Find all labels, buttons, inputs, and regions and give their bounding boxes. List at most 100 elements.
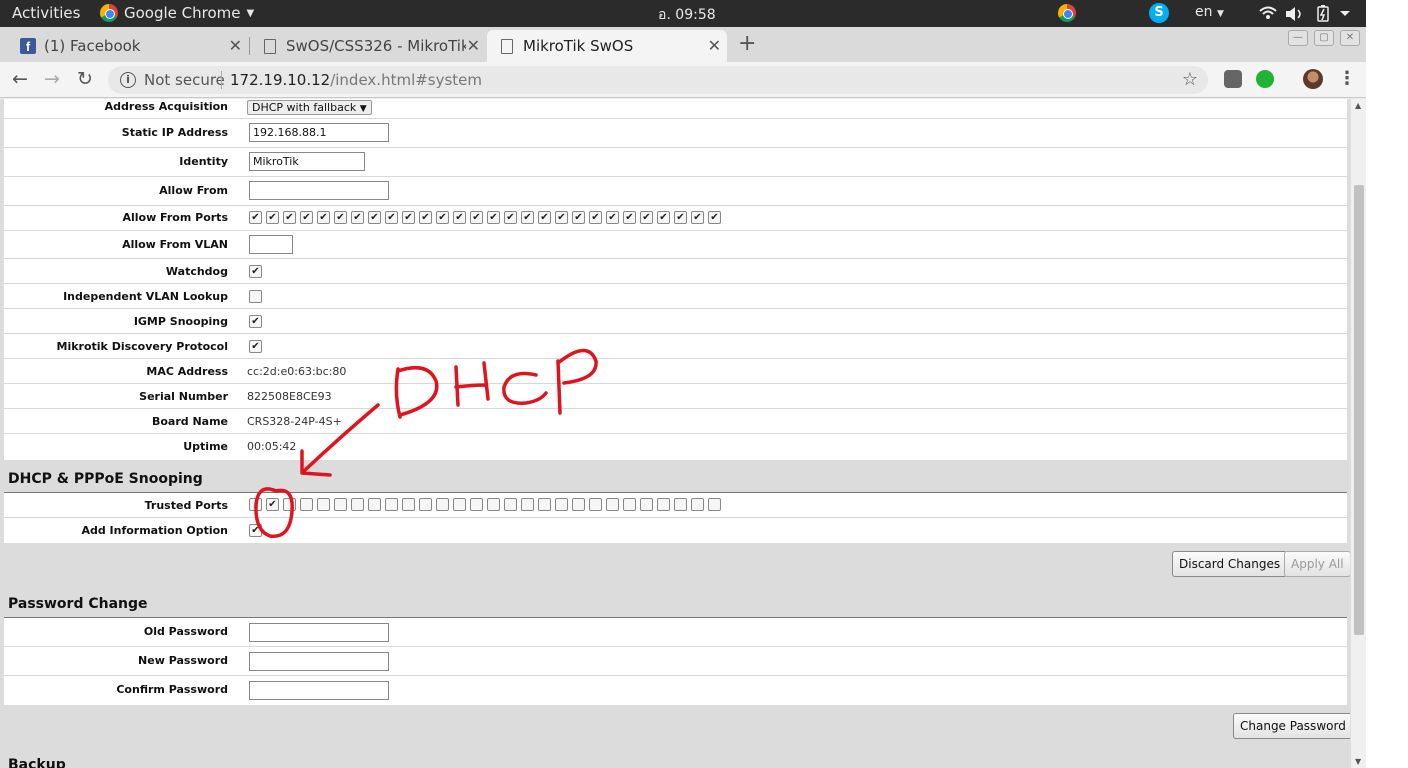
trusted-port-19-checkbox[interactable] xyxy=(555,498,568,511)
allow-from-port-7-checkbox[interactable]: ✔ xyxy=(351,211,364,224)
skype-icon[interactable]: S xyxy=(1149,3,1169,23)
trusted-port-5-checkbox[interactable] xyxy=(317,498,330,511)
allow-from-port-21-checkbox[interactable]: ✔ xyxy=(589,211,602,224)
trusted-port-22-checkbox[interactable] xyxy=(606,498,619,511)
allow-from-port-26-checkbox[interactable]: ✔ xyxy=(674,211,687,224)
trusted-port-20-checkbox[interactable] xyxy=(572,498,585,511)
igmp-snooping-checkbox[interactable]: ✔ xyxy=(249,315,262,328)
tab-facebook[interactable]: f (1) Facebook ✕ xyxy=(0,30,248,62)
trusted-port-10-checkbox[interactable] xyxy=(402,498,415,511)
bookmark-star-icon[interactable]: ☆ xyxy=(1182,69,1198,90)
allow-from-port-28-checkbox[interactable]: ✔ xyxy=(708,211,721,224)
trusted-port-1-checkbox[interactable] xyxy=(249,498,262,511)
address-acquisition-select[interactable]: DHCP with fallback ▼ xyxy=(247,100,372,115)
allow-from-port-15-checkbox[interactable]: ✔ xyxy=(487,211,500,224)
apply-all-button[interactable]: Apply All xyxy=(1284,551,1350,577)
allow-from-port-10-checkbox[interactable]: ✔ xyxy=(402,211,415,224)
trusted-port-2-checkbox[interactable]: ✔ xyxy=(266,498,279,511)
independent-vlan-lookup-checkbox[interactable] xyxy=(249,290,262,303)
allow-from-port-25-checkbox[interactable]: ✔ xyxy=(657,211,670,224)
allow-from-port-18-checkbox[interactable]: ✔ xyxy=(538,211,551,224)
info-icon[interactable]: i xyxy=(120,72,136,88)
trusted-port-14-checkbox[interactable] xyxy=(470,498,483,511)
address-bar[interactable]: i Not secure 172.19.10.12/index.html#sys… xyxy=(108,66,1208,94)
new-tab-icon[interactable]: + xyxy=(738,31,756,56)
chrome-tray-icon[interactable] xyxy=(1058,4,1076,22)
page-scrollbar[interactable]: ▲ ▼ xyxy=(1350,99,1366,768)
allow-from-port-20-checkbox[interactable]: ✔ xyxy=(572,211,585,224)
allow-from-port-13-checkbox[interactable]: ✔ xyxy=(453,211,466,224)
trusted-port-8-checkbox[interactable] xyxy=(368,498,381,511)
new-password-input[interactable] xyxy=(249,652,389,671)
maximize-icon[interactable]: ▢ xyxy=(1314,30,1334,46)
allow-from-port-8-checkbox[interactable]: ✔ xyxy=(368,211,381,224)
url-text[interactable]: 172.19.10.12/index.html#system xyxy=(230,71,482,89)
trusted-port-17-checkbox[interactable] xyxy=(521,498,534,511)
trusted-port-21-checkbox[interactable] xyxy=(589,498,602,511)
add-information-option-checkbox[interactable]: ✔ xyxy=(249,524,262,537)
close-tab-icon[interactable]: ✕ xyxy=(467,36,480,55)
allow-from-port-6-checkbox[interactable]: ✔ xyxy=(334,211,347,224)
forward-icon[interactable]: → xyxy=(44,68,60,90)
app-menu[interactable]: Google Chrome ▼ xyxy=(100,4,254,22)
change-password-button[interactable]: Change Password xyxy=(1233,713,1350,739)
discard-changes-button[interactable]: Discard Changes xyxy=(1172,551,1288,577)
trusted-port-12-checkbox[interactable] xyxy=(436,498,449,511)
share-extension-icon[interactable] xyxy=(1256,70,1274,88)
allow-from-port-12-checkbox[interactable]: ✔ xyxy=(436,211,449,224)
minimize-icon[interactable]: — xyxy=(1288,30,1308,46)
activities-button[interactable]: Activities xyxy=(12,4,80,22)
allow-from-port-9-checkbox[interactable]: ✔ xyxy=(385,211,398,224)
allow-from-port-14-checkbox[interactable]: ✔ xyxy=(470,211,483,224)
scrollbar-thumb[interactable] xyxy=(1354,185,1364,635)
allow-from-input[interactable] xyxy=(249,181,389,200)
trusted-port-23-checkbox[interactable] xyxy=(623,498,636,511)
trusted-port-3-checkbox[interactable] xyxy=(283,498,296,511)
trusted-port-16-checkbox[interactable] xyxy=(504,498,517,511)
back-icon[interactable]: ← xyxy=(12,68,28,90)
clock[interactable]: อ. 09:58 xyxy=(658,4,716,26)
old-password-input[interactable] xyxy=(249,623,389,642)
trusted-port-15-checkbox[interactable] xyxy=(487,498,500,511)
trusted-port-27-checkbox[interactable] xyxy=(691,498,704,511)
allow-from-port-4-checkbox[interactable]: ✔ xyxy=(300,211,313,224)
chrome-menu-icon[interactable]: ⋮ xyxy=(1338,68,1356,89)
profile-avatar[interactable] xyxy=(1303,69,1323,89)
trusted-port-4-checkbox[interactable] xyxy=(300,498,313,511)
allow-from-port-5-checkbox[interactable]: ✔ xyxy=(317,211,330,224)
close-window-icon[interactable]: ✕ xyxy=(1340,30,1360,46)
allow-from-port-19-checkbox[interactable]: ✔ xyxy=(555,211,568,224)
trusted-port-13-checkbox[interactable] xyxy=(453,498,466,511)
close-tab-icon[interactable]: ✕ xyxy=(708,36,721,55)
allow-from-port-16-checkbox[interactable]: ✔ xyxy=(504,211,517,224)
trusted-port-26-checkbox[interactable] xyxy=(674,498,687,511)
allow-from-port-27-checkbox[interactable]: ✔ xyxy=(691,211,704,224)
scroll-down-icon[interactable]: ▼ xyxy=(1355,757,1361,766)
tab-swos-wiki[interactable]: SwOS/CSS326 - MikroTik W ✕ xyxy=(250,30,486,62)
allow-from-port-17-checkbox[interactable]: ✔ xyxy=(521,211,534,224)
trusted-port-9-checkbox[interactable] xyxy=(385,498,398,511)
allow-from-port-23-checkbox[interactable]: ✔ xyxy=(623,211,636,224)
trusted-port-24-checkbox[interactable] xyxy=(640,498,653,511)
mdp-checkbox[interactable]: ✔ xyxy=(249,340,262,353)
watchdog-checkbox[interactable]: ✔ xyxy=(249,265,262,278)
trusted-port-28-checkbox[interactable] xyxy=(708,498,721,511)
allow-from-vlan-input[interactable] xyxy=(249,235,293,254)
confirm-password-input[interactable] xyxy=(249,681,389,700)
language-indicator[interactable]: en ▼ xyxy=(1195,4,1224,20)
allow-from-port-22-checkbox[interactable]: ✔ xyxy=(606,211,619,224)
tab-mikrotik-swos[interactable]: MikroTik SwOS ✕ xyxy=(487,30,727,62)
allow-from-port-2-checkbox[interactable]: ✔ xyxy=(266,211,279,224)
close-tab-icon[interactable]: ✕ xyxy=(229,36,242,55)
trusted-port-25-checkbox[interactable] xyxy=(657,498,670,511)
chat-extension-icon[interactable] xyxy=(1224,70,1242,88)
scroll-up-icon[interactable]: ▲ xyxy=(1355,101,1361,110)
trusted-port-7-checkbox[interactable] xyxy=(351,498,364,511)
identity-input[interactable]: MikroTik xyxy=(249,152,365,171)
trusted-port-18-checkbox[interactable] xyxy=(538,498,551,511)
allow-from-port-1-checkbox[interactable]: ✔ xyxy=(249,211,262,224)
trusted-port-11-checkbox[interactable] xyxy=(419,498,432,511)
allow-from-port-24-checkbox[interactable]: ✔ xyxy=(640,211,653,224)
system-status-menu[interactable] xyxy=(1258,2,1358,28)
static-ip-input[interactable]: 192.168.88.1 xyxy=(249,123,389,142)
